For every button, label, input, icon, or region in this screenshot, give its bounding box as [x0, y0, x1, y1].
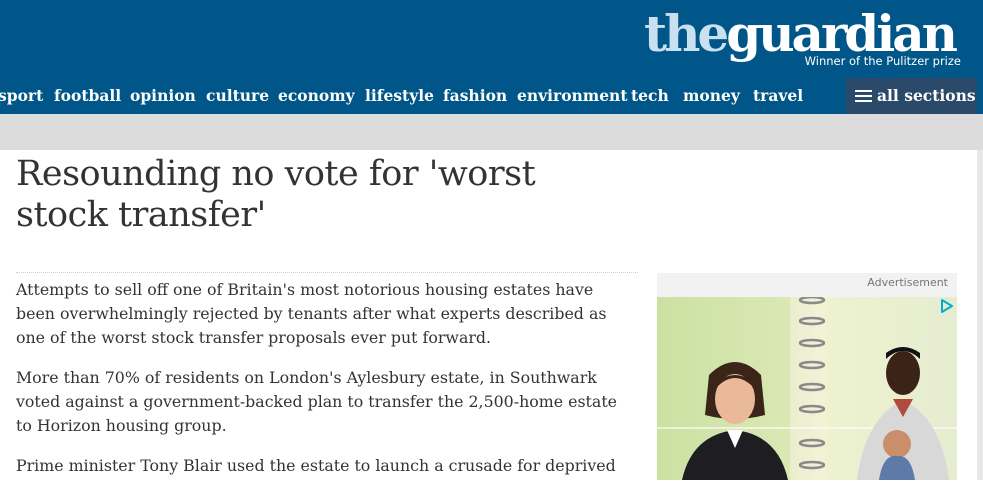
headline-divider: [16, 272, 638, 273]
advertisement-image[interactable]: [657, 297, 957, 480]
article-paragraph: Prime minister Tony Blair used the estat…: [16, 456, 616, 475]
nav-item-travel[interactable]: travel: [753, 78, 803, 114]
nav-item-lifestyle[interactable]: lifestyle: [365, 78, 434, 114]
advertisement-box: Advertisement: [657, 273, 957, 480]
nav-item-economy[interactable]: economy: [278, 78, 355, 114]
all-sections-label: all sections: [877, 86, 976, 105]
article-headline: Resounding no vote for 'worst stock tran…: [16, 154, 536, 235]
nav-item-money[interactable]: money: [683, 78, 740, 114]
all-sections-button[interactable]: all sections: [846, 78, 977, 114]
section-nav: sport football opinion culture economy l…: [0, 78, 983, 114]
nav-item-fashion[interactable]: fashion: [443, 78, 507, 114]
nav-item-environment[interactable]: environment: [517, 78, 628, 114]
sub-navigation-bar: [0, 114, 983, 150]
nav-item-tech[interactable]: tech: [631, 78, 669, 114]
logo-the: the: [643, 4, 729, 63]
article-paragraph: Attempts to sell off one of Britain's mo…: [16, 280, 607, 347]
adchoices-icon[interactable]: [940, 299, 954, 313]
logo-tagline: Winner of the Pulitzer prize: [804, 54, 961, 68]
article-body: Attempts to sell off one of Britain's mo…: [16, 278, 628, 494]
page-scrollbar-edge: [977, 150, 983, 480]
ad-illustration: [657, 297, 957, 480]
nav-item-culture[interactable]: culture: [206, 78, 269, 114]
advertisement-label: Advertisement: [867, 276, 948, 289]
nav-item-football[interactable]: football: [54, 78, 121, 114]
nav-item-sport[interactable]: sport: [0, 78, 43, 114]
site-header: theguardian Winner of the Pulitzer prize: [0, 0, 983, 78]
nav-item-opinion[interactable]: opinion: [130, 78, 196, 114]
menu-icon: [855, 90, 872, 102]
article-paragraph: More than 70% of residents on London's A…: [16, 368, 618, 435]
